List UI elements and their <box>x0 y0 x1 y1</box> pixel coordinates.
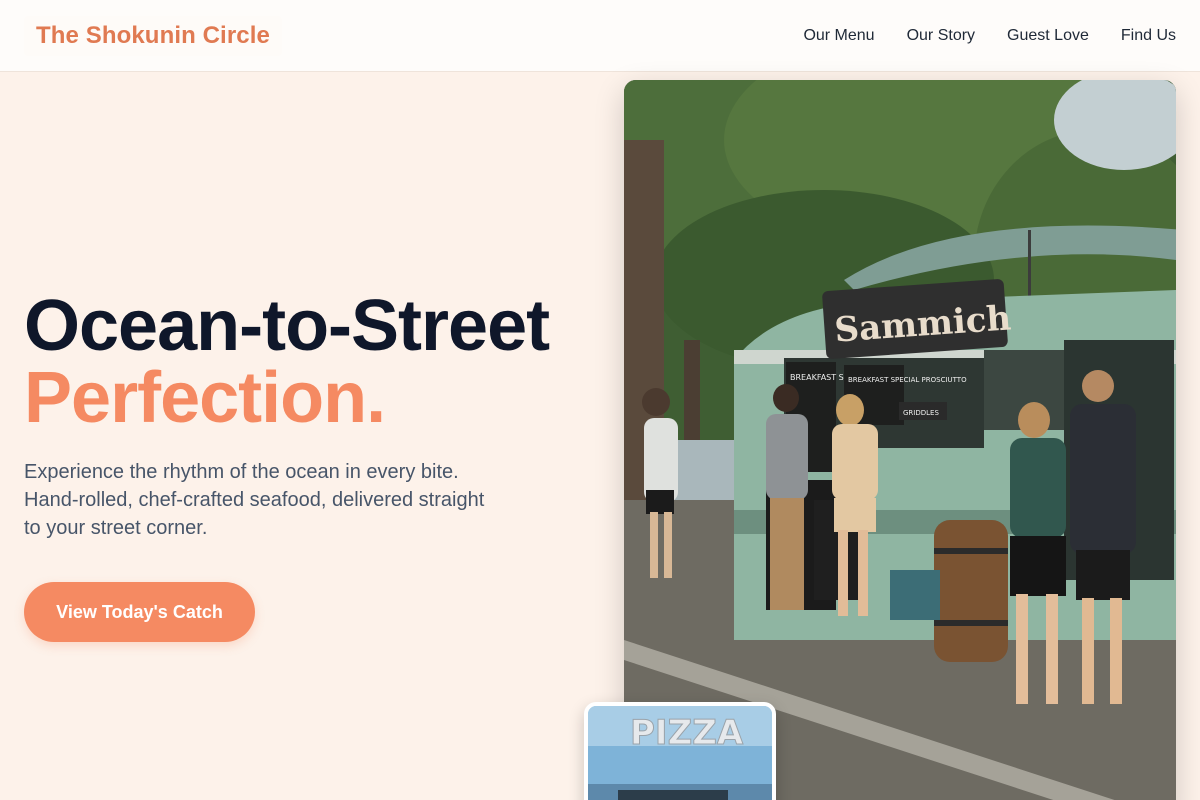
view-catch-button[interactable]: View Today's Catch <box>24 582 255 642</box>
brand-logo[interactable]: The Shokunin Circle <box>24 15 282 56</box>
main-nav: Our Menu Our Story Guest Love Find Us <box>803 26 1176 46</box>
chalkboard-right-text: BREAKFAST SPECIAL PROSCIUTTO <box>848 376 967 384</box>
nav-link-reviews[interactable]: Guest Love <box>1007 26 1089 46</box>
hero-photo-food-truck: Sammich BREAKFAST SAMMICHES BREAKFAST SP… <box>624 80 1176 800</box>
hero-title-line2: Perfection. <box>24 358 386 438</box>
pizza-sign-text: PIZZA <box>630 713 744 753</box>
hero-title: Ocean-to-Street Perfection. <box>24 290 614 434</box>
site-header: The Shokunin Circle Our Menu Our Story G… <box>0 0 1200 72</box>
nav-link-menu[interactable]: Our Menu <box>803 26 874 46</box>
chalkboard-small-text: GRIDDLES <box>903 409 939 417</box>
pizza-truck-thumbnail: PIZZA <box>584 702 776 800</box>
nav-link-location[interactable]: Find Us <box>1121 26 1176 46</box>
hero-title-line1: Ocean-to-Street <box>24 286 550 366</box>
nav-link-story[interactable]: Our Story <box>907 26 975 46</box>
hero-subtitle: Experience the rhythm of the ocean in ev… <box>24 461 485 539</box>
